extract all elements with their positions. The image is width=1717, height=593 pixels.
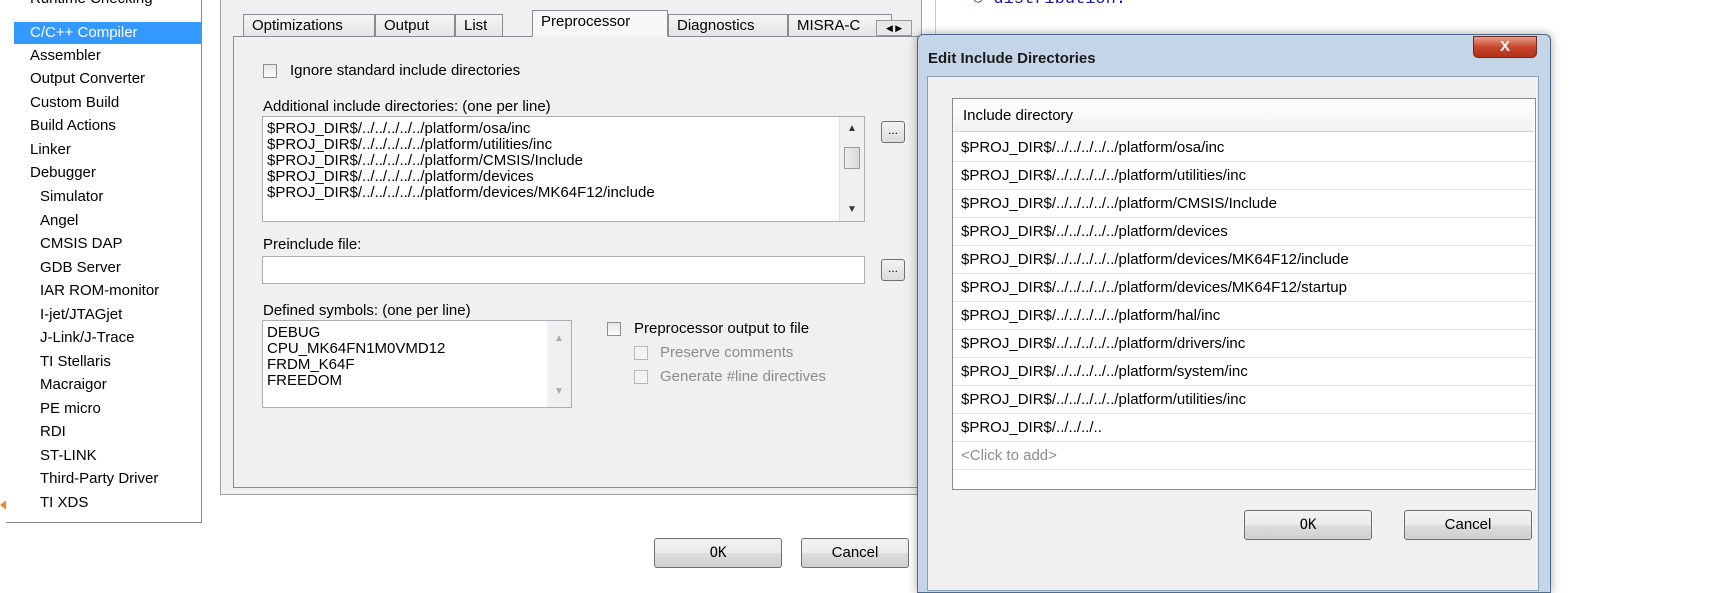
tab-scroll-arrows[interactable]: ◀ ▶ — [876, 20, 912, 36]
dialog-cancel-button[interactable]: Cancel — [1404, 510, 1532, 540]
include-line: $PROJ_DIR$/../../../../../platform/devic… — [267, 184, 655, 201]
scroll-down-icon[interactable]: ▼ — [840, 204, 864, 215]
list-item[interactable]: $PROJ_DIR$/../../../../../platform/syste… — [953, 358, 1534, 386]
include-line: $PROJ_DIR$/../../../../../platform/osa/i… — [267, 120, 531, 137]
scroll-down-icon[interactable]: ▼ — [547, 386, 571, 397]
browse-include-button[interactable]: ... — [881, 121, 905, 143]
click-to-add-row[interactable]: <Click to add> — [953, 442, 1534, 470]
dialog-title: Edit Include Directories — [928, 50, 1096, 67]
preprocessor-output-checkbox[interactable] — [607, 322, 621, 336]
category-ti-xds[interactable]: TI XDS — [40, 492, 88, 514]
close-icon[interactable]: X — [1473, 36, 1537, 58]
symbol-line: FREEDOM — [267, 372, 342, 389]
category-list[interactable]: Runtime Checking C/C++ Compiler Assemble… — [6, 0, 202, 523]
ignore-std-checkbox[interactable] — [263, 64, 277, 78]
symbol-line: DEBUG — [267, 324, 321, 341]
category-st-link[interactable]: ST-LINK — [40, 445, 97, 467]
category-iar-rom-monitor[interactable]: IAR ROM-monitor — [40, 280, 159, 302]
additional-include-scrollbar[interactable]: ▲ ▼ — [839, 117, 864, 221]
list-item[interactable]: $PROJ_DIR$/../../../../../platform/drive… — [953, 330, 1534, 358]
list-item[interactable]: $PROJ_DIR$/../../../../../platform/utili… — [953, 386, 1534, 414]
tab-optimizations[interactable]: Optimizations — [243, 14, 375, 36]
preserve-comments-checkbox[interactable] — [634, 346, 648, 360]
tab-preprocessor[interactable]: Preprocessor — [532, 10, 668, 37]
list-item[interactable]: $PROJ_DIR$/../../../../../platform/CMSIS… — [953, 190, 1534, 218]
preinclude-label: Preinclude file: — [263, 236, 362, 253]
generate-line-label: Generate #line directives — [660, 368, 826, 385]
include-line: $PROJ_DIR$/../../../../../platform/CMSIS… — [267, 152, 583, 169]
list-item[interactable]: $PROJ_DIR$/../../../../../platform/hal/i… — [953, 302, 1534, 330]
ignore-std-label: Ignore standard include directories — [290, 62, 521, 79]
additional-include-textarea[interactable]: $PROJ_DIR$/../../../../../platform/osa/i… — [262, 116, 865, 222]
column-header-label: Include directory — [963, 107, 1074, 124]
scroll-up-icon[interactable]: ▲ — [547, 333, 571, 344]
category-debugger[interactable]: Debugger — [30, 162, 96, 184]
category-jlink-jtrace[interactable]: J-Link/J-Trace — [40, 327, 134, 349]
defined-symbols-textarea[interactable]: DEBUG CPU_MK64FN1M0VMD12 FRDM_K64F FREED… — [262, 320, 572, 408]
category-runtime-checking[interactable]: Runtime Checking — [30, 0, 153, 10]
scroll-up-icon[interactable]: ▲ — [840, 123, 864, 134]
preserve-comments-label: Preserve comments — [660, 344, 794, 361]
category-custom-build[interactable]: Custom Build — [30, 92, 119, 114]
scroll-thumb[interactable] — [844, 147, 860, 169]
column-header[interactable]: Include directory — [953, 99, 1534, 132]
dialog-ok-button[interactable]: OK — [1244, 510, 1372, 540]
category-angel[interactable]: Angel — [40, 210, 78, 232]
category-cpp-compiler[interactable]: C/C++ Compiler — [14, 22, 201, 44]
category-ijet-jtagjet[interactable]: I-jet/JTAGjet — [40, 304, 122, 326]
symbol-line: CPU_MK64FN1M0VMD12 — [267, 340, 446, 357]
tab-list[interactable]: List — [455, 14, 503, 36]
preinclude-input[interactable] — [262, 256, 865, 284]
category-output-converter[interactable]: Output Converter — [30, 68, 145, 90]
category-rdi[interactable]: RDI — [40, 421, 66, 443]
category-cmsis-dap[interactable]: CMSIS DAP — [40, 233, 123, 255]
defined-symbols-scrollbar[interactable]: ▲ ▼ — [547, 321, 571, 407]
defined-symbols-label: Defined symbols: (one per line) — [263, 302, 471, 319]
include-line: $PROJ_DIR$/../../../../../platform/devic… — [267, 168, 534, 185]
list-item[interactable]: $PROJ_DIR$/../../../../../platform/utili… — [953, 162, 1534, 190]
category-macraigor[interactable]: Macraigor — [40, 374, 107, 396]
preprocessor-output-label: Preprocessor output to file — [634, 320, 810, 337]
category-linker[interactable]: Linker — [30, 139, 71, 161]
category-gdb-server[interactable]: GDB Server — [40, 257, 121, 279]
tab-diagnostics[interactable]: Diagnostics — [668, 14, 788, 36]
ok-button[interactable]: OK — [654, 538, 782, 568]
list-item[interactable]: $PROJ_DIR$/../../../.. — [953, 414, 1534, 442]
list-item[interactable]: $PROJ_DIR$/../../../../../platform/osa/i… — [953, 134, 1534, 162]
category-third-party-driver[interactable]: Third-Party Driver — [40, 468, 158, 490]
additional-include-label: Additional include directories: (one per… — [263, 98, 551, 115]
browse-preinclude-button[interactable]: ... — [881, 259, 905, 281]
category-assembler[interactable]: Assembler — [30, 45, 101, 67]
category-build-actions[interactable]: Build Actions — [30, 115, 116, 137]
cancel-button[interactable]: Cancel — [801, 538, 909, 568]
category-ti-stellaris[interactable]: TI Stellaris — [40, 351, 111, 373]
category-simulator[interactable]: Simulator — [40, 186, 103, 208]
editor-text: © distribution. — [973, 0, 1126, 9]
generate-line-checkbox[interactable] — [634, 370, 648, 384]
list-item[interactable]: $PROJ_DIR$/../../../../../platform/devic… — [953, 246, 1534, 274]
include-line: $PROJ_DIR$/../../../../../platform/utili… — [267, 136, 553, 153]
symbol-line: FRDM_K64F — [267, 356, 355, 373]
list-item[interactable]: $PROJ_DIR$/../../../../../platform/devic… — [953, 218, 1534, 246]
category-pe-micro[interactable]: PE micro — [40, 398, 101, 420]
chevron-left-icon[interactable]: ◀ — [886, 23, 893, 33]
list-item[interactable]: $PROJ_DIR$/../../../../../platform/devic… — [953, 274, 1534, 302]
chevron-right-icon[interactable]: ▶ — [895, 23, 902, 33]
tab-output[interactable]: Output — [375, 14, 455, 36]
